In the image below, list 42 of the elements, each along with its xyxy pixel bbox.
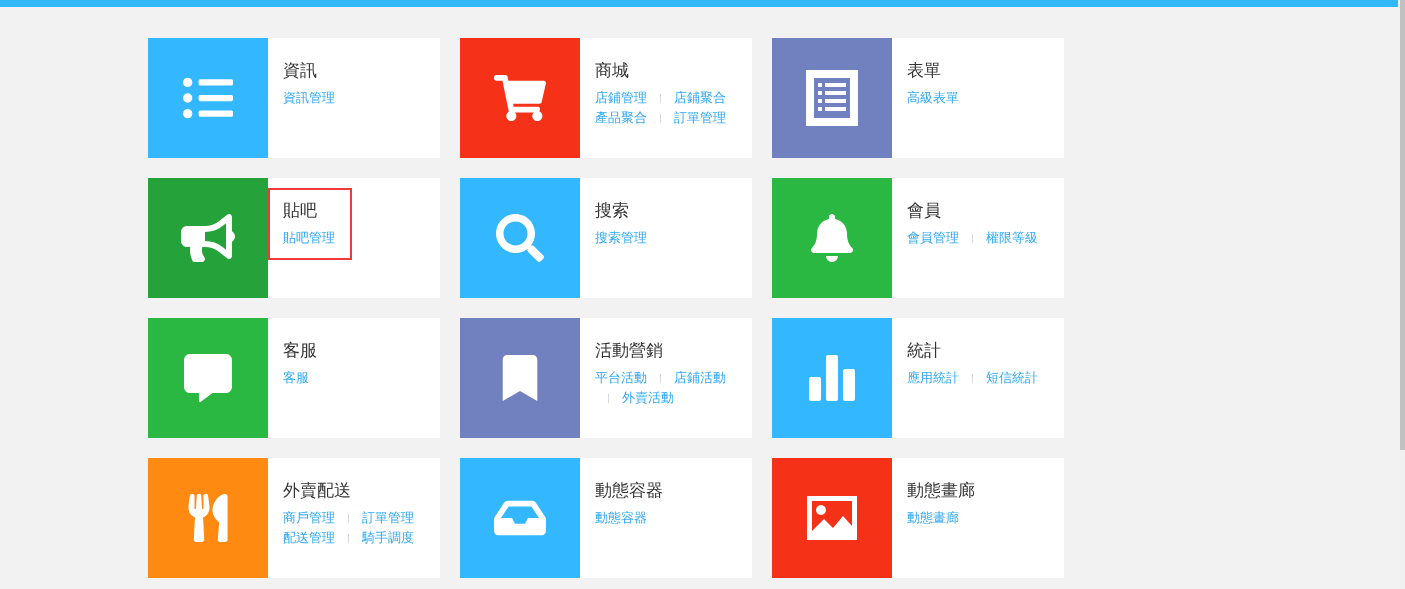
module-link[interactable]: 外賣活動 — [608, 389, 674, 407]
module-title: 動態容器 — [595, 479, 663, 502]
megaphone-icon — [181, 211, 235, 265]
search-icon — [496, 214, 544, 262]
module-link[interactable]: 訂單管理 — [348, 509, 414, 527]
module-link[interactable]: 貼吧管理 — [283, 229, 335, 247]
module-title: 商城 — [595, 59, 630, 82]
module-link[interactable]: 平台活動 — [595, 369, 647, 387]
module-link[interactable]: 應用統計 — [907, 369, 959, 387]
module-link[interactable]: 訂單管理 — [660, 109, 726, 127]
module-title: 貼吧 — [283, 199, 318, 222]
module-title: 資訊 — [283, 59, 318, 82]
bar-chart-icon — [809, 355, 855, 401]
form-icon — [806, 70, 858, 126]
module-link[interactable]: 產品聚合 — [595, 109, 647, 127]
module-link[interactable]: 店鋪活動 — [660, 369, 726, 387]
image-icon — [807, 496, 857, 540]
module-title: 搜索 — [595, 199, 630, 222]
module-title: 動態畫廊 — [907, 479, 975, 502]
module-link[interactable]: 配送管理 — [283, 529, 335, 547]
module-link[interactable]: 客服 — [283, 369, 309, 387]
module-title: 表單 — [907, 59, 942, 82]
module-link[interactable]: 店鋪管理 — [595, 89, 647, 107]
module-title: 活動營銷 — [595, 339, 664, 362]
module-link[interactable]: 動態容器 — [595, 509, 647, 527]
module-link[interactable]: 騎手調度 — [348, 529, 414, 547]
module-link[interactable]: 商戶管理 — [283, 509, 335, 527]
module-link[interactable]: 動態畫廊 — [907, 509, 959, 527]
module-title: 會員 — [907, 199, 942, 222]
module-link[interactable]: 權限等級 — [972, 229, 1038, 247]
module-title: 外賣配送 — [283, 479, 352, 502]
module-link[interactable]: 會員管理 — [907, 229, 959, 247]
module-link[interactable]: 短信統計 — [972, 369, 1038, 387]
module-title: 客服 — [283, 339, 317, 362]
module-title: 統計 — [907, 339, 942, 362]
module-link[interactable]: 高級表單 — [907, 89, 959, 107]
cart-icon — [494, 72, 546, 124]
module-link[interactable]: 店鋪聚合 — [660, 89, 726, 107]
chat-bubble-icon — [184, 354, 232, 402]
module-link[interactable]: 搜索管理 — [595, 229, 647, 247]
bell-icon — [808, 214, 856, 262]
module-link[interactable]: 資訊管理 — [283, 89, 335, 107]
